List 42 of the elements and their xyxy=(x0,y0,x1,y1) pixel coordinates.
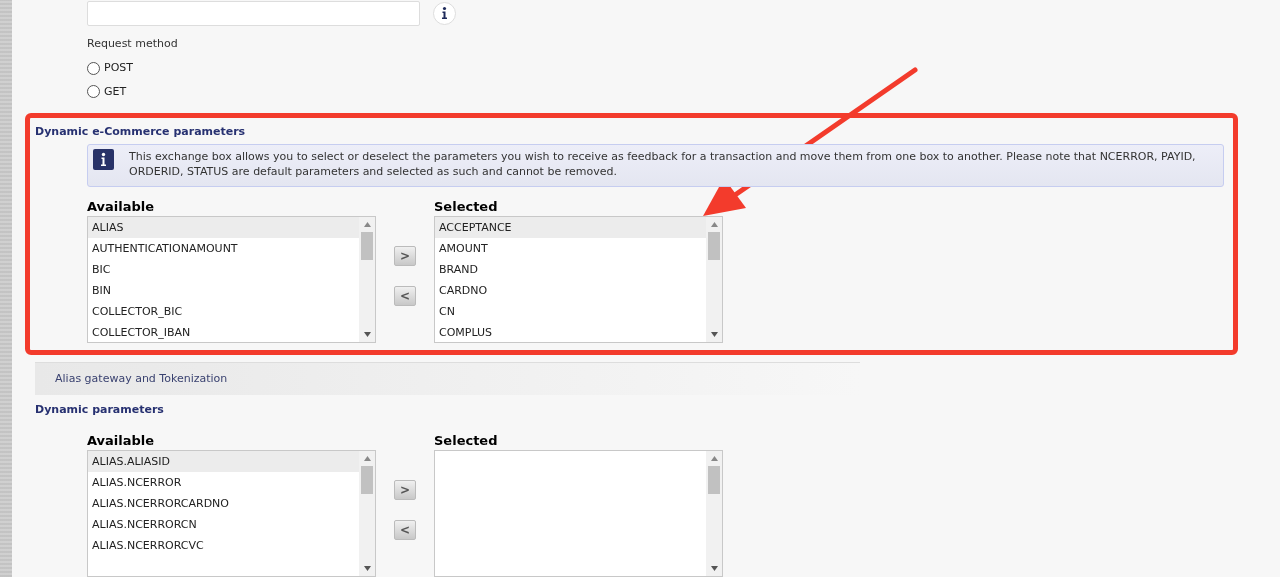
section-tab[interactable]: Alias gateway and Tokenization xyxy=(35,361,860,395)
list-label: Available xyxy=(87,432,156,450)
section-title: Dynamic e-Commerce parameters xyxy=(35,124,247,141)
scroll-down-icon[interactable] xyxy=(710,332,718,338)
radio-option[interactable]: GET xyxy=(87,83,127,101)
list-box[interactable]: ALIAS.ALIASID ALIAS.NCERROR ALIAS.NCERRORCARDNO ALIAS.NCERRORCN ALIAS.NCERRORCVC xyxy=(87,450,376,577)
scrollbar[interactable] xyxy=(359,451,375,576)
info-icon xyxy=(93,149,114,171)
list-label: Available xyxy=(87,198,156,217)
list-box[interactable]: ALIAS AUTHENTICATIONAMOUNT BIC BIN COLLECTOR_BIC COLLECTOR_IBAN xyxy=(87,216,376,344)
info-text: This exchange box allows you to select or deselect the parameters you wish to receive as feedback for a transaction and move them from one box to another. Please note that NCERROR, PAYID, ORDERID, STATUS are default parameters and selected as such and cannot be removed. xyxy=(129,149,1197,180)
move-right-button[interactable]: > xyxy=(394,246,416,267)
scroll-up-icon[interactable] xyxy=(710,222,718,228)
scrollbar[interactable] xyxy=(706,451,722,576)
scroll-thumb[interactable] xyxy=(708,466,720,494)
scroll-down-icon[interactable] xyxy=(363,566,371,571)
move-left-button[interactable]: < xyxy=(394,286,416,307)
scroll-thumb[interactable] xyxy=(708,232,720,261)
scroll-up-icon[interactable] xyxy=(710,456,718,461)
list-option[interactable]: ALIAS.ALIASID xyxy=(88,451,359,472)
list-label: Selected xyxy=(434,198,499,217)
scrollbar[interactable] xyxy=(706,217,722,343)
list-option[interactable]: ACCEPTANCE xyxy=(435,217,706,239)
list-box[interactable]: ACCEPTANCE AMOUNT BRAND CARDNO CN COMPLUS xyxy=(434,216,723,344)
radio-button[interactable] xyxy=(87,85,100,99)
scroll-thumb[interactable] xyxy=(361,466,373,494)
list-option[interactable]: ALIAS xyxy=(88,217,359,239)
section-title: Dynamic parameters xyxy=(35,402,165,418)
scroll-down-icon[interactable] xyxy=(363,332,371,338)
move-left-button[interactable]: < xyxy=(394,520,416,540)
info-icon[interactable] xyxy=(433,2,456,25)
list-label: Selected xyxy=(434,432,499,450)
scroll-down-icon[interactable] xyxy=(710,566,718,571)
scroll-up-icon[interactable] xyxy=(363,456,371,461)
scroll-thumb[interactable] xyxy=(361,232,373,261)
text-field[interactable] xyxy=(87,1,420,26)
scrollbar[interactable] xyxy=(359,217,375,343)
field-label: Request method xyxy=(86,36,179,52)
move-right-button[interactable]: > xyxy=(394,480,416,500)
scroll-up-icon[interactable] xyxy=(363,222,371,228)
radio-option[interactable]: POST xyxy=(87,60,133,77)
radio-button[interactable] xyxy=(87,61,100,75)
